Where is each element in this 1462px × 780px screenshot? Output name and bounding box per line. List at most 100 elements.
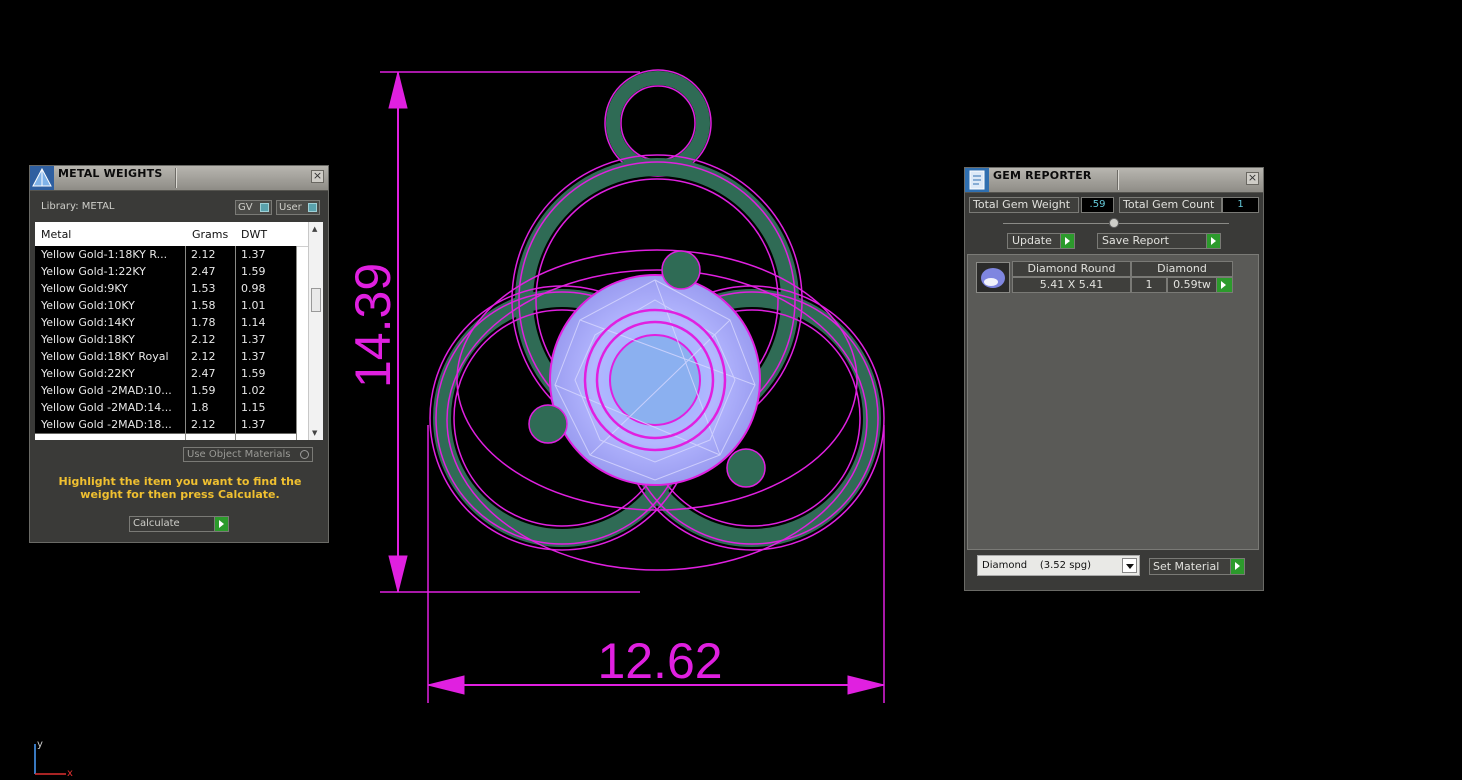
dwt-cell: 1.14 [241, 316, 266, 329]
table-row[interactable]: Yellow Gold:18KY 2.12 1.37 [35, 331, 297, 349]
table-row[interactable]: Yellow Gold-1:18KY R... 2.12 1.37 [35, 246, 297, 264]
metal-weights-title: METAL WEIGHTS [58, 167, 163, 180]
close-button[interactable]: × [1246, 172, 1259, 185]
metal-weights-panel: METAL WEIGHTS × Library: METAL GV User M… [29, 165, 329, 543]
calculate-hint: Highlight the item you want to find the … [58, 475, 302, 501]
gv-toggle-label: GV [238, 202, 253, 213]
column-header-metal[interactable]: Metal [41, 228, 71, 241]
table-row[interactable]: Yellow Gold -2MAD:10... 1.59 1.02 [35, 382, 297, 400]
gem-reporter-title: GEM REPORTER [993, 169, 1092, 182]
close-button[interactable]: × [311, 170, 324, 183]
total-gem-weight-label: Total Gem Weight [969, 197, 1079, 213]
grams-cell: 2.47 [191, 265, 216, 278]
grams-cell: 1.8 [191, 401, 209, 414]
metal-name-cell: Yellow Gold-1:18KY R... [41, 248, 168, 261]
grams-cell: 2.12 [191, 350, 216, 363]
metal-name-cell: Yellow Gold-1:22KY [41, 265, 146, 278]
toggle-knob-icon [260, 203, 269, 212]
play-icon [1216, 278, 1232, 292]
tab-separator [175, 168, 177, 188]
gem-material: Diamond [1131, 261, 1233, 277]
material-select-value: Diamond (3.52 spg) [982, 560, 1092, 571]
table-header: Metal Grams DWT [35, 222, 308, 247]
grams-cell: 2.12 [191, 248, 216, 261]
dwt-cell: 1.01 [241, 299, 266, 312]
gem-size: 5.41 X 5.41 [1012, 277, 1131, 293]
axis-indicator-icon: y x [34, 739, 73, 779]
metal-table[interactable]: Metal Grams DWT Yellow Gold-1:18KY R... 2… [35, 222, 323, 440]
gem-weight: 0.59tw [1167, 277, 1217, 293]
dwt-cell: 1.37 [241, 418, 266, 431]
pendant-model[interactable] [429, 69, 885, 571]
column-divider [235, 246, 236, 440]
gem-select-button[interactable] [1216, 277, 1233, 293]
dwt-cell: 1.59 [241, 367, 266, 380]
column-divider [296, 246, 297, 440]
play-icon [1230, 559, 1244, 574]
chevron-down-icon[interactable] [1122, 558, 1137, 573]
table-row[interactable]: Yellow Gold:14KY 1.78 1.14 [35, 314, 297, 332]
total-gem-count-value: 1 [1222, 197, 1259, 213]
set-material-button[interactable]: Set Material [1149, 558, 1245, 575]
update-label: Update [1012, 234, 1052, 247]
gv-toggle[interactable]: GV [235, 200, 272, 215]
play-icon [214, 517, 228, 531]
metal-name-cell: Yellow Gold:18KY [41, 333, 135, 346]
calculate-label: Calculate [133, 518, 180, 529]
table-row[interactable]: Yellow Gold:22KY 2.47 1.59 [35, 365, 297, 383]
metal-name-cell: Yellow Gold:10KY [41, 299, 135, 312]
table-row[interactable]: Yellow Gold -2MAD:14... 1.8 1.15 [35, 399, 297, 417]
metal-weights-titlebar[interactable]: METAL WEIGHTS × [30, 166, 328, 191]
grams-cell: 2.12 [191, 418, 216, 431]
dwt-cell: 1.37 [241, 350, 266, 363]
metal-name-cell: Yellow Gold -2MAD:14... [41, 401, 172, 414]
dwt-cell: 1.15 [241, 401, 266, 414]
table-row[interactable]: Yellow Gold:9KY 1.53 0.98 [35, 280, 297, 298]
metal-name-cell: Yellow Gold -2MAD:18... [41, 418, 172, 431]
scroll-down-icon[interactable]: ▼ [312, 429, 317, 437]
grams-cell: 2.12 [191, 333, 216, 346]
user-toggle-label: User [279, 202, 302, 213]
height-dimension-label: 14.39 [345, 263, 401, 388]
library-label: Library: METAL [41, 201, 115, 212]
dwt-cell: 1.37 [241, 248, 266, 261]
metal-name-cell: Yellow Gold:22KY [41, 367, 135, 380]
gem-count: 1 [1131, 277, 1167, 293]
save-report-label: Save Report [1102, 234, 1169, 247]
scroll-thumb[interactable] [311, 288, 321, 312]
table-row[interactable]: Yellow Gold -2MAD:18... 2.12 1.37 [35, 416, 297, 434]
gem-reporter-titlebar[interactable]: GEM REPORTER × [965, 168, 1263, 193]
table-row[interactable]: Yellow Gold-1:22KY 2.47 1.59 [35, 263, 297, 281]
set-material-label: Set Material [1153, 560, 1220, 573]
material-select[interactable]: Diamond (3.52 spg) [977, 555, 1140, 576]
gem-shape: Diamond Round [1012, 261, 1131, 277]
dwt-cell: 1.02 [241, 384, 266, 397]
close-icon: × [1247, 171, 1258, 184]
metal-name-cell: Yellow Gold:9KY [41, 282, 128, 295]
total-gem-weight-value: .59 [1081, 197, 1114, 213]
pyramid-icon [30, 166, 54, 190]
gem-thumbnail[interactable] [976, 262, 1010, 293]
save-report-button[interactable]: Save Report [1097, 233, 1221, 249]
calculate-button[interactable]: Calculate [129, 516, 229, 532]
x-axis-label: x [67, 768, 73, 779]
table-scrollbar[interactable]: ▲ ▼ [308, 222, 323, 440]
user-toggle[interactable]: User [276, 200, 320, 215]
gem-reporter-panel: GEM REPORTER × Total Gem Weight .59 Tota… [964, 167, 1264, 591]
grams-cell: 1.59 [191, 384, 216, 397]
column-header-grams[interactable]: Grams [192, 228, 228, 241]
metal-name-cell: Yellow Gold:14KY [41, 316, 135, 329]
scroll-up-icon[interactable]: ▲ [312, 225, 317, 233]
column-divider [185, 246, 186, 440]
toggle-knob-icon [308, 203, 317, 212]
slider-handle[interactable] [1109, 218, 1119, 228]
grams-cell: 2.47 [191, 367, 216, 380]
table-row[interactable]: Yellow Gold:10KY 1.58 1.01 [35, 297, 297, 315]
close-icon: × [312, 169, 323, 182]
column-header-dwt[interactable]: DWT [241, 228, 267, 241]
table-row[interactable]: Yellow Gold:18KY Royal 2.12 1.37 [35, 348, 297, 366]
update-button[interactable]: Update [1007, 233, 1075, 249]
gem-list[interactable]: Diamond Round Diamond 5.41 X 5.41 1 0.59… [967, 254, 1259, 550]
use-object-materials-option[interactable]: Use Object Materials [183, 447, 313, 462]
total-gem-count-label: Total Gem Count [1119, 197, 1222, 213]
